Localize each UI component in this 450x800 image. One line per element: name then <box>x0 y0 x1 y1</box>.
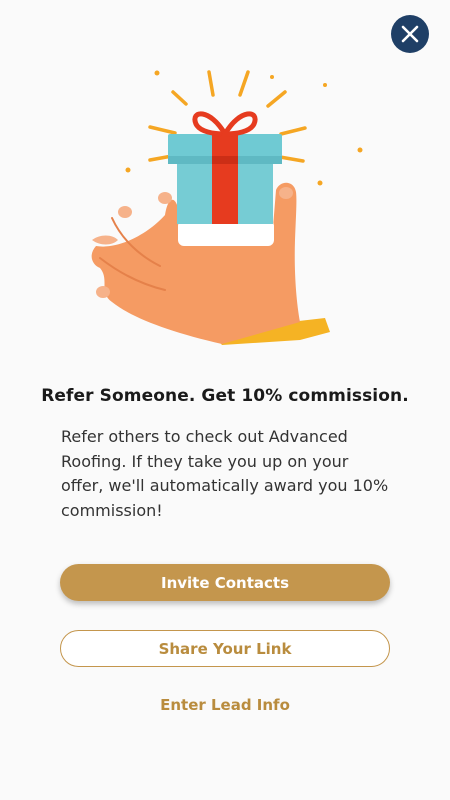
share-link-button[interactable]: Share Your Link <box>60 630 390 667</box>
gift-hand-illustration <box>91 70 363 345</box>
enter-lead-info-link[interactable]: Enter Lead Info <box>0 696 450 714</box>
page-title: Refer Someone. Get 10% commission. <box>41 386 409 406</box>
description-text: Refer others to check out Advanced Roofi… <box>61 427 389 520</box>
close-icon <box>401 25 419 43</box>
invite-contacts-button[interactable]: Invite Contacts <box>60 564 390 601</box>
close-button[interactable] <box>391 15 429 53</box>
